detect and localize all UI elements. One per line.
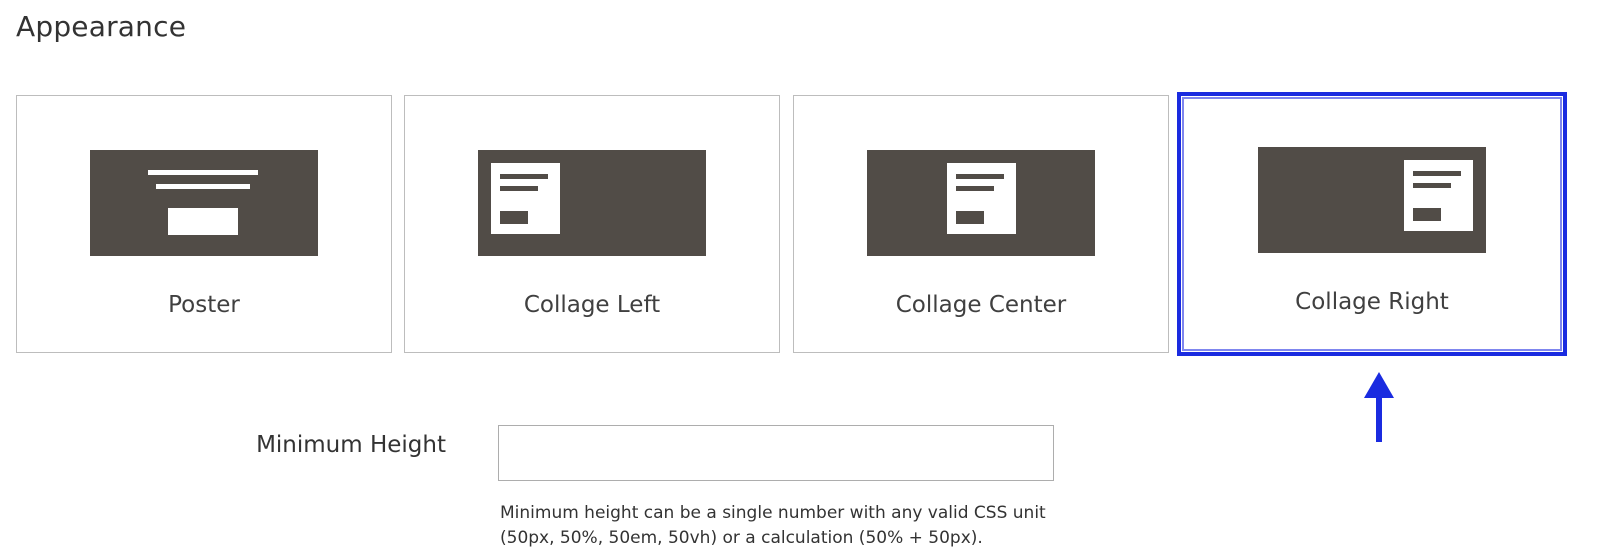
up-arrow-icon [1364, 372, 1394, 442]
appearance-option-label: Collage Right [1295, 289, 1449, 315]
appearance-option-collage-right[interactable]: Collage Right [1177, 92, 1567, 356]
appearance-options: Poster Collage Left Collage Center Colla… [16, 92, 1588, 357]
appearance-option-label: Poster [168, 292, 240, 318]
appearance-option-collage-left[interactable]: Collage Left [404, 95, 780, 353]
poster-layout-icon [90, 150, 318, 256]
minimum-height-input[interactable] [498, 425, 1054, 481]
minimum-height-help-text: Minimum height can be a single number wi… [500, 503, 1046, 548]
collage-center-layout-icon [867, 150, 1095, 256]
appearance-option-label: Collage Center [895, 292, 1067, 318]
minimum-height-label: Minimum Height [256, 432, 446, 458]
appearance-option-label: Collage Left [523, 292, 661, 318]
collage-left-layout-icon [478, 150, 706, 256]
appearance-heading: Appearance [16, 10, 187, 43]
appearance-option-poster[interactable]: Poster [16, 95, 392, 353]
appearance-option-collage-center[interactable]: Collage Center [793, 95, 1169, 353]
collage-right-layout-icon [1258, 147, 1486, 253]
